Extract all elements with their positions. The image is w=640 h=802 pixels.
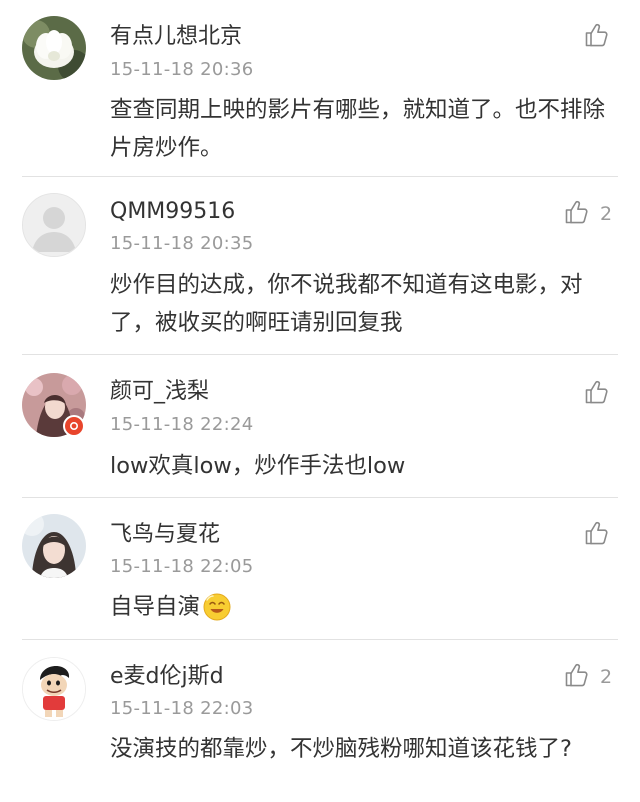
comment-item: e麦d伦j斯d 15-11-18 22:03 没演技的都靠炒，不炒脑残粉哪知道该… (0, 640, 640, 802)
like-button[interactable]: 2 (564, 662, 612, 692)
comment-timestamp: 15-11-18 22:05 (110, 556, 254, 577)
thumbs-up-icon (584, 379, 610, 409)
user-avatar[interactable] (22, 16, 86, 80)
user-avatar[interactable] (22, 657, 86, 721)
thumbs-up-icon (584, 520, 610, 550)
like-button[interactable] (584, 379, 620, 409)
like-button[interactable]: 2 (564, 199, 612, 229)
comment-item: 颜可_浅梨 15-11-18 22:24 low欢真low，炒作手法也low (0, 355, 640, 497)
like-button[interactable] (584, 520, 620, 550)
comment-item: QMM99516 15-11-18 20:35 炒作目的达成，你不说我都不知道有… (0, 177, 640, 354)
comment-text: 查查同期上映的影片有哪些，就知道了。也不排除片房炒作。 (110, 97, 606, 161)
comment-text: low欢真low，炒作手法也low (110, 453, 406, 479)
comment-username[interactable]: e麦d伦j斯d (110, 663, 224, 691)
smiling-face-emoji-icon (202, 592, 232, 622)
thumbs-up-icon (584, 22, 610, 52)
comment-text: 自导自演 (110, 594, 201, 620)
like-button[interactable] (584, 22, 620, 52)
comment-username[interactable]: 颜可_浅梨 (110, 378, 209, 406)
user-avatar[interactable] (22, 193, 86, 257)
like-count: 2 (600, 203, 613, 225)
comment-username[interactable]: 飞鸟与夏花 (110, 521, 220, 549)
user-avatar[interactable] (22, 514, 86, 578)
comment-username[interactable]: QMM99516 (110, 198, 235, 226)
comment-timestamp: 15-11-18 22:03 (110, 698, 254, 719)
thumbs-up-icon (564, 662, 590, 692)
comment-timestamp: 15-11-18 20:35 (110, 233, 254, 254)
like-count: 2 (600, 666, 613, 688)
comment-timestamp: 15-11-18 22:24 (110, 414, 254, 435)
comment-item: 有点儿想北京 15-11-18 20:36 查查同期上映的影片有哪些，就知道了。… (0, 0, 640, 176)
comment-list-screen: { "comments": [ { "username": "有点儿想北京", … (0, 0, 640, 802)
comment-text-row: 自导自演 (110, 588, 615, 626)
comment-text: 没演技的都靠炒，不炒脑残粉哪知道该花钱了? (110, 736, 572, 762)
thumbs-up-icon (564, 199, 590, 229)
comment-username[interactable]: 有点儿想北京 (110, 23, 242, 51)
comment-text: 炒作目的达成，你不说我都不知道有这电影，对了，被收买的啊旺请别回复我 (110, 272, 583, 336)
verified-badge-icon (63, 415, 85, 437)
comment-timestamp: 15-11-18 20:36 (110, 59, 254, 80)
comment-item: 飞鸟与夏花 15-11-18 22:05 自导自演 (0, 498, 640, 639)
